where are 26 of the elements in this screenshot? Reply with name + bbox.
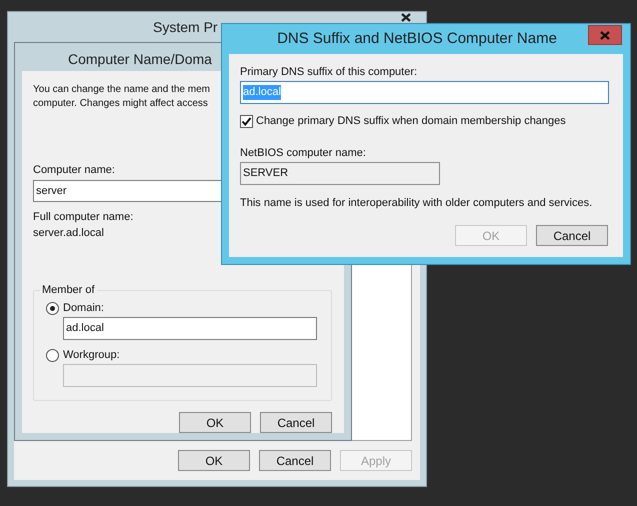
field-label: Computer name: bbox=[33, 163, 115, 177]
radio-option[interactable]: Domain: bbox=[46, 301, 104, 315]
window-title: DNS Suffix and NetBIOS Computer Name bbox=[277, 28, 557, 49]
checkbox-option[interactable]: Change primary DNS suffix when domain membership changes bbox=[240, 114, 566, 128]
radio-button[interactable] bbox=[46, 302, 59, 314]
field-label: Full computer name: bbox=[33, 210, 134, 224]
intro-text: You can change the name and the mem computer. Changes might affect access bbox=[33, 83, 210, 111]
close-icon bbox=[401, 12, 411, 22]
window-title: Computer Name/Doma bbox=[68, 50, 212, 69]
dialog-button[interactable]: OK bbox=[178, 450, 250, 471]
dialog-button[interactable]: OK bbox=[179, 412, 251, 433]
field-label: Primary DNS suffix of this computer: bbox=[240, 65, 418, 79]
domain-field[interactable]: ad.local bbox=[63, 317, 317, 340]
radio-option[interactable]: Workgroup: bbox=[46, 348, 120, 362]
window-title: System Pr bbox=[153, 19, 218, 36]
field-label: NetBIOS computer name: bbox=[240, 146, 366, 160]
radio-button[interactable] bbox=[46, 348, 59, 362]
info-text: This name is used for interoperability with older computers and services. bbox=[240, 196, 592, 210]
checkbox[interactable] bbox=[240, 114, 253, 128]
close-icon bbox=[600, 30, 610, 40]
dialog-button[interactable]: Cancel bbox=[536, 225, 608, 246]
dialog-button[interactable]: Cancel bbox=[260, 412, 332, 433]
full-name-value: server.ad.local bbox=[33, 226, 104, 240]
workgroup-field[interactable] bbox=[63, 364, 317, 387]
dialog-button[interactable]: Cancel bbox=[259, 450, 331, 471]
netbios-name-field[interactable]: SERVER bbox=[240, 162, 440, 185]
